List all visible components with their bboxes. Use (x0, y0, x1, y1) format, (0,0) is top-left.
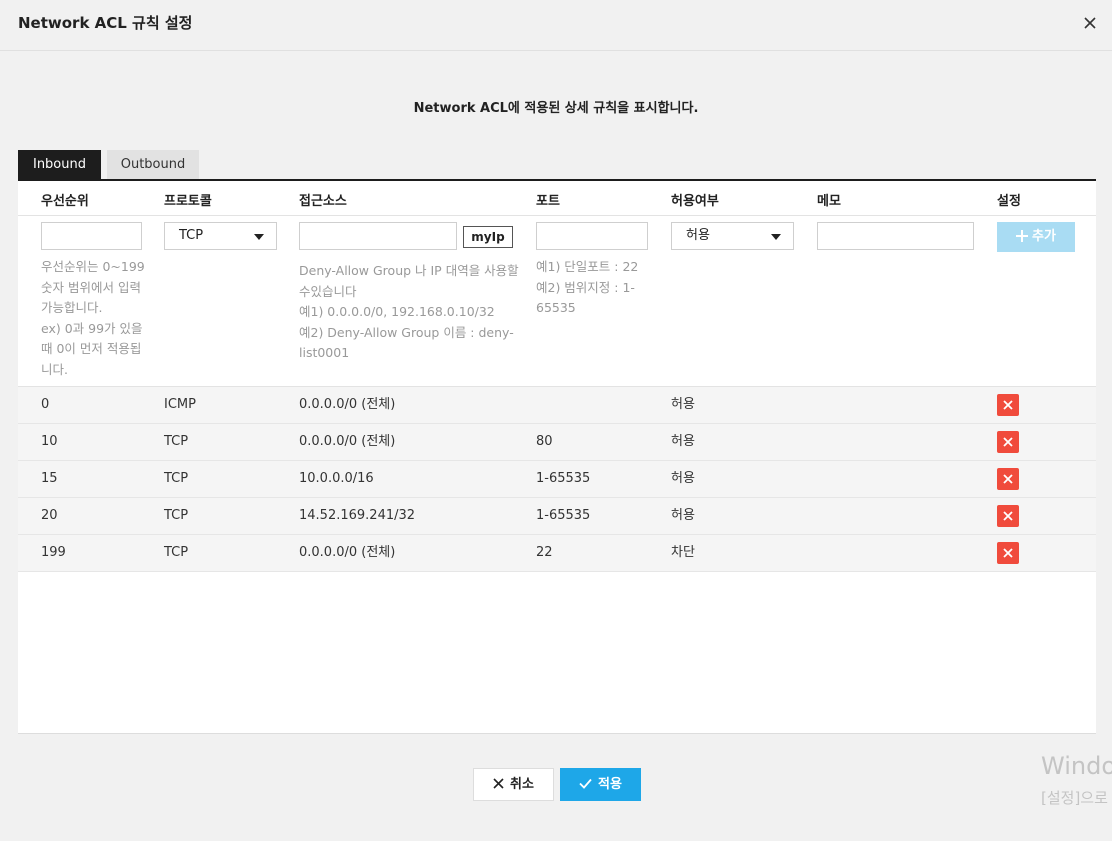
help-line: 때 0이 먼저 적용됩 (41, 341, 142, 356)
help-line: 우선순위는 0~199 (41, 259, 145, 274)
help-line: 숫자 범위에서 입력 (41, 279, 141, 295)
row-allow: 허용 (671, 471, 695, 486)
table-row: 20 TCP 14.52.169.241/32 1-65535 허용 (18, 498, 1096, 535)
row-source: 10.0.0.0/16 (299, 471, 374, 486)
help-line: 예1) 0.0.0.0/0, 192.168.0.10/32 (299, 304, 495, 319)
delete-rule-button[interactable] (997, 468, 1019, 490)
row-protocol: TCP (164, 471, 189, 486)
help-line: 예1) 단일포트 : 22 (536, 259, 639, 274)
row-protocol: TCP (164, 508, 189, 523)
delete-rule-button[interactable] (997, 542, 1019, 564)
cancel-button[interactable]: 취소 (473, 768, 554, 801)
windows-watermark-title: Windo (1041, 752, 1112, 780)
row-source: 14.52.169.241/32 (299, 508, 416, 523)
tab-outbound[interactable]: Outbound (107, 150, 199, 180)
cancel-label: 취소 (510, 777, 534, 792)
port-help: 예1) 단일포트 : 22 예2) 범위지정 : 1- 65535 (536, 257, 638, 319)
plus-icon (1016, 229, 1029, 242)
row-protocol: ICMP (164, 397, 196, 412)
row-priority: 15 (41, 471, 58, 486)
close-button[interactable] (1079, 12, 1101, 34)
dialog-header: Network ACL 규칙 설정 (0, 0, 1112, 51)
delete-rule-button[interactable] (997, 431, 1019, 453)
protocol-select[interactable]: TCP (164, 222, 277, 250)
rules-panel: 우선순위 프로토콜 접근소스 포트 허용여부 메모 설정 TCP myIp 허용… (18, 181, 1096, 734)
row-allow: 허용 (671, 508, 695, 523)
dialog-title: Network ACL 규칙 설정 (18, 14, 193, 32)
help-line: 니다. (41, 361, 68, 377)
check-icon (579, 778, 592, 789)
close-icon (1084, 17, 1096, 29)
table-row: 199 TCP 0.0.0.0/0 (전체) 22 차단 (18, 535, 1096, 572)
header-divider (18, 215, 1096, 216)
close-icon (1003, 548, 1013, 558)
apply-button[interactable]: 적용 (560, 768, 641, 801)
table-row: 15 TCP 10.0.0.0/16 1-65535 허용 (18, 461, 1096, 498)
delete-rule-button[interactable] (997, 394, 1019, 416)
allow-select[interactable]: 허용 (671, 222, 794, 250)
column-header-source: 접근소스 (299, 194, 347, 209)
apply-label: 적용 (598, 777, 622, 792)
column-header-allow: 허용여부 (671, 194, 719, 209)
help-line: 65535 (536, 300, 576, 315)
row-allow: 허용 (671, 434, 695, 449)
column-header-priority: 우선순위 (41, 194, 89, 209)
priority-input[interactable] (41, 222, 142, 250)
column-header-memo: 메모 (817, 194, 841, 209)
row-protocol: TCP (164, 434, 189, 449)
column-header-settings: 설정 (997, 194, 1021, 209)
row-allow: 차단 (671, 545, 695, 560)
row-source: 0.0.0.0/0 (전체) (299, 397, 396, 412)
help-line: 수있습니다 (299, 283, 357, 299)
close-icon (493, 778, 504, 789)
dialog-description: Network ACL에 적용된 상세 규칙을 표시합니다. (413, 101, 699, 116)
close-icon (1003, 474, 1013, 484)
column-header-protocol: 프로토콜 (164, 194, 212, 209)
row-port: 1-65535 (536, 508, 591, 523)
row-source: 0.0.0.0/0 (전체) (299, 545, 396, 560)
table-row: 10 TCP 0.0.0.0/0 (전체) 80 허용 (18, 424, 1096, 461)
close-icon (1003, 437, 1013, 447)
row-port: 22 (536, 545, 553, 560)
dropdown-arrow-icon (254, 234, 264, 240)
help-line: Deny-Allow Group 나 IP 대역을 사용할 (299, 263, 519, 278)
help-line: 예2) 범위지정 : 1- (536, 279, 635, 295)
row-priority: 199 (41, 545, 66, 560)
help-line: list0001 (299, 345, 350, 360)
port-input[interactable] (536, 222, 648, 250)
add-rule-button[interactable]: 추가 (997, 222, 1075, 252)
row-allow: 허용 (671, 397, 695, 412)
help-line: 가능합니다. (41, 300, 103, 315)
windows-watermark-subtitle: [설정]으로 (1041, 789, 1108, 807)
row-source: 0.0.0.0/0 (전체) (299, 434, 396, 449)
row-priority: 10 (41, 434, 58, 449)
protocol-select-value: TCP (179, 228, 204, 243)
source-input[interactable] (299, 222, 457, 250)
row-port: 1-65535 (536, 471, 591, 486)
row-protocol: TCP (164, 545, 189, 560)
help-line: ex) 0과 99가 있을 (41, 320, 143, 336)
close-icon (1003, 400, 1013, 410)
priority-help: 우선순위는 0~199 숫자 범위에서 입력 가능합니다. ex) 0과 99가… (41, 257, 145, 380)
add-rule-label: 추가 (1032, 229, 1056, 244)
row-port: 80 (536, 434, 553, 449)
delete-rule-button[interactable] (997, 505, 1019, 527)
row-priority: 0 (41, 397, 50, 412)
dropdown-arrow-icon (771, 234, 781, 240)
memo-input[interactable] (817, 222, 974, 250)
source-help: Deny-Allow Group 나 IP 대역을 사용할 수있습니다 예1) … (299, 261, 519, 364)
allow-select-value: 허용 (686, 228, 710, 243)
table-row: 0 ICMP 0.0.0.0/0 (전체) 허용 (18, 387, 1096, 424)
column-header-port: 포트 (536, 194, 560, 209)
close-icon (1003, 511, 1013, 521)
tab-inbound[interactable]: Inbound (18, 150, 101, 180)
help-line: 예2) Deny-Allow Group 이름 : deny- (299, 324, 514, 340)
row-priority: 20 (41, 508, 58, 523)
myip-button[interactable]: myIp (463, 226, 513, 248)
